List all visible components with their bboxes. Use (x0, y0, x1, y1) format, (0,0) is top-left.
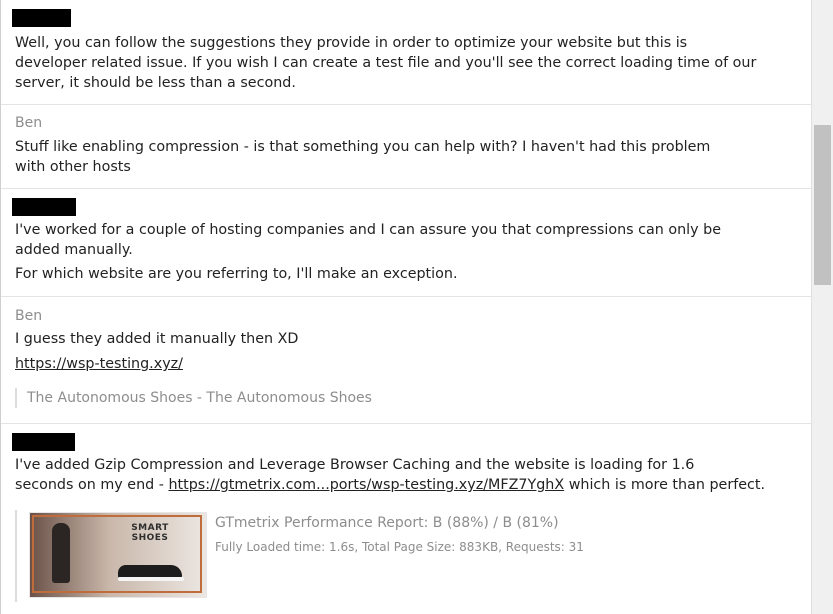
chat-message: I've added Gzip Compression and Leverage… (1, 423, 811, 614)
chat-transcript: Well, you can follow the suggestions the… (0, 0, 811, 614)
redacted-author-name (12, 433, 75, 451)
embed-title[interactable]: GTmetrix Performance Report: B (88%) / B… (215, 515, 559, 531)
message-text: For which website are you referring to, … (15, 266, 458, 282)
website-link[interactable]: https://wsp-testing.xyz/ (15, 356, 183, 372)
message-text-with-link: seconds on my end - https://gtmetrix.com… (15, 475, 765, 495)
message-text: I've worked for a couple of hosting comp… (15, 222, 722, 238)
link-embed-card[interactable]: SMART SHOES (15, 510, 207, 602)
message-text: server, it should be less than a second. (15, 75, 296, 91)
chat-message: I've worked for a couple of hosting comp… (1, 188, 811, 297)
message-author: Ben (15, 115, 43, 131)
message-link-row: https://wsp-testing.xyz/ (15, 354, 183, 374)
message-text: developer related issue. If you wish I c… (15, 55, 757, 71)
redacted-author-name (12, 198, 76, 216)
vertical-scrollbar[interactable] (811, 0, 833, 614)
message-text: Well, you can follow the suggestions the… (15, 35, 688, 51)
chat-message: Ben I guess they added it manually then … (1, 296, 811, 424)
message-text: seconds on my end - (15, 477, 169, 493)
message-text: added manually. (15, 242, 133, 258)
link-preview[interactable]: The Autonomous Shoes - The Autonomous Sh… (15, 388, 447, 408)
shoe-sole (118, 577, 184, 581)
gtmetrix-report-link[interactable]: https://gtmetrix.com...ports/wsp-testing… (168, 477, 564, 493)
message-author: Ben (15, 308, 43, 324)
redacted-author-name (12, 9, 71, 27)
embed-description: Fully Loaded time: 1.6s, Total Page Size… (215, 540, 584, 554)
message-text: with other hosts (15, 159, 131, 175)
message-text: Stuff like enabling compression - is tha… (15, 139, 711, 155)
chat-message: Well, you can follow the suggestions the… (1, 0, 811, 105)
message-text: I've added Gzip Compression and Leverage… (15, 457, 695, 473)
chat-message: Ben Stuff like enabling compression - is… (1, 104, 811, 189)
scrollbar-thumb[interactable] (814, 125, 831, 285)
message-text: I guess they added it manually then XD (15, 331, 299, 347)
thumbnail-brand-text: SMART SHOES (131, 523, 169, 543)
report-thumbnail-image[interactable]: SMART SHOES (29, 512, 207, 598)
message-text: which is more than perfect. (564, 477, 766, 493)
model-figure (52, 523, 70, 583)
